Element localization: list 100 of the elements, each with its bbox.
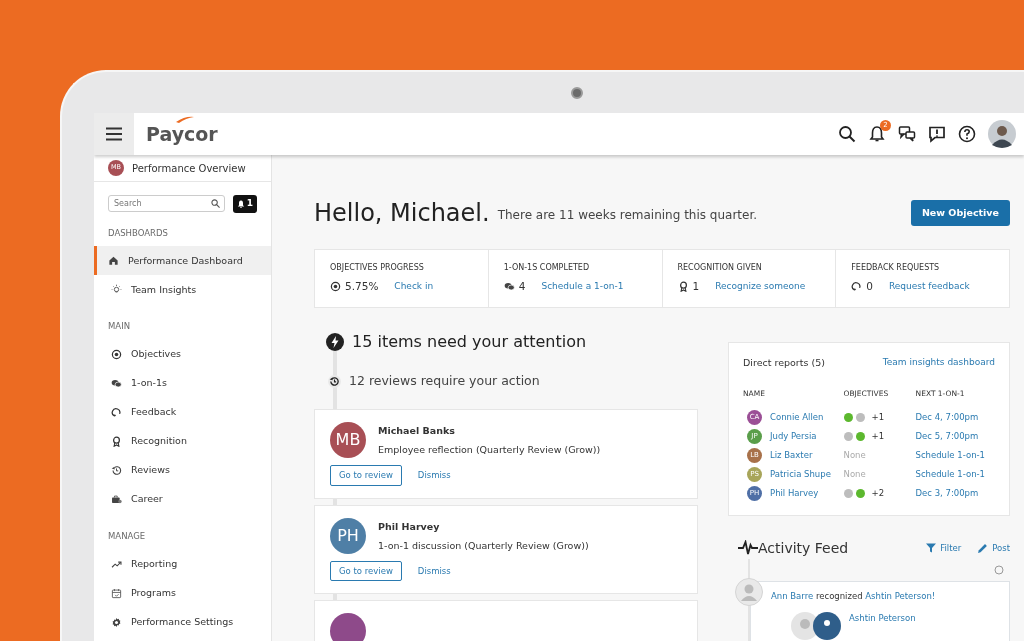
report-name-link[interactable]: Connie Allen: [770, 410, 824, 424]
filter-link[interactable]: Filter: [926, 541, 962, 555]
award-icon: [677, 281, 689, 293]
subtitle: There are 11 weeks remaining this quarter.: [497, 207, 758, 224]
profile-title: Performance Overview: [132, 161, 246, 176]
go-to-review-button[interactable]: Go to review: [330, 560, 402, 582]
help-icon: [958, 125, 976, 143]
search-icon: [210, 199, 220, 209]
bell-icon: [236, 199, 245, 208]
reviews-subtitle: 12 reviews require your action: [349, 372, 540, 390]
target-icon: [111, 349, 122, 360]
sidebar-item[interactable]: Team Insights: [94, 275, 271, 305]
next-1on1-link[interactable]: Dec 5, 7:00pm: [915, 430, 979, 441]
sidebar-item[interactable]: Objectives: [94, 340, 271, 369]
stat-value: 1: [692, 279, 700, 294]
dismiss-link[interactable]: Dismiss: [417, 468, 451, 482]
objectives-none: None: [843, 449, 866, 460]
card-title: Direct reports (5): [743, 356, 825, 370]
report-name-link[interactable]: Phil Harvey: [770, 486, 819, 500]
stat-label: RECOGNITION GIVEN: [677, 262, 763, 274]
feedback-icon: [928, 125, 946, 143]
next-1on1-link[interactable]: Dec 4, 7:00pm: [915, 411, 979, 422]
next-1on1-link[interactable]: Schedule 1-on-1: [915, 449, 985, 460]
pulse-icon: [738, 540, 758, 556]
settings-icon: [111, 616, 122, 628]
report-name-link[interactable]: Patricia Shupe: [770, 467, 831, 481]
stat-link[interactable]: Recognize someone: [715, 280, 806, 294]
sidebar-item[interactable]: Programs: [94, 578, 271, 608]
history-icon: [111, 465, 122, 476]
swoosh-icon: [176, 115, 194, 123]
section-heading: DASHBOARDS: [107, 226, 169, 240]
person-name: Phil Harvey: [378, 519, 441, 534]
menu-icon: [106, 127, 122, 141]
attention-title: 15 items need your attention: [352, 331, 587, 353]
house-icon: [108, 255, 119, 267]
stat-value: 4: [518, 279, 526, 294]
report-name-link[interactable]: Judy Persia: [770, 429, 817, 443]
menu-button[interactable]: [94, 113, 134, 155]
section-heading: MAIN: [107, 320, 131, 333]
lightbulb-icon: [111, 284, 122, 296]
post-link[interactable]: Post: [977, 541, 1010, 555]
pencil-icon: [977, 542, 989, 554]
report-name-link[interactable]: Liz Baxter: [770, 448, 813, 462]
stat-value: 5.75%: [345, 279, 379, 294]
search-field[interactable]: Search: [108, 195, 225, 213]
trend-icon: [111, 558, 122, 570]
stat-value: 0: [866, 279, 873, 294]
sidebar-item[interactable]: Career: [94, 485, 271, 514]
review-description: 1-on-1 discussion (Quarterly Review (Grow)): [378, 538, 589, 553]
sidebar-item[interactable]: Reviews: [94, 456, 271, 485]
objectives-none: None: [843, 468, 866, 479]
target-icon: [330, 281, 341, 293]
sidebar-item[interactable]: Performance Dashboard: [94, 246, 271, 276]
sidebar-item[interactable]: Reporting: [94, 549, 271, 579]
next-1on1-link[interactable]: Dec 3, 7:00pm: [915, 487, 979, 498]
avatar: MB: [330, 421, 366, 458]
avatar: PH: [330, 517, 366, 554]
stat-label: OBJECTIVES PROGRESS: [330, 262, 425, 274]
chat-bubbles-icon: [503, 281, 515, 293]
stat-link[interactable]: Request feedback: [888, 280, 970, 294]
recipient-link[interactable]: Ashtin Peterson!: [865, 590, 936, 601]
next-1on1-link[interactable]: Schedule 1-on-1: [915, 468, 985, 479]
search-button[interactable]: [838, 125, 856, 143]
stat-link[interactable]: Schedule a 1-on-1: [541, 280, 624, 294]
sidebar-item[interactable]: Recognition: [94, 427, 271, 456]
chat-icon: [898, 125, 916, 143]
sidebar-item[interactable]: 1-on-1s: [94, 369, 271, 398]
team-insights-link[interactable]: Team insights dashboard: [882, 356, 995, 371]
briefcase-icon: [111, 494, 122, 505]
help-button[interactable]: [958, 125, 976, 143]
activity-sentence: Ann Barre recognized Ashtin Peterson!: [771, 589, 937, 603]
calendar-icon: [111, 587, 122, 599]
go-to-review-button[interactable]: Go to review: [330, 464, 402, 486]
filter-icon: [926, 543, 937, 553]
stat-link[interactable]: Check in: [394, 280, 434, 294]
camera-icon: [571, 87, 583, 99]
extra-count: +1: [871, 429, 885, 443]
chat-button[interactable]: [898, 125, 916, 143]
dismiss-link[interactable]: Dismiss: [417, 564, 451, 578]
alert-badge[interactable]: 1: [232, 195, 257, 213]
user-avatar[interactable]: [988, 120, 1016, 148]
greeting: Hello, Michael.: [314, 198, 490, 229]
lightning-icon: [326, 333, 344, 351]
feedback-button[interactable]: [928, 125, 946, 143]
review-description: Employee reflection (Quarterly Review (Grow)): [378, 443, 601, 457]
search-icon: [838, 125, 856, 143]
actor-link[interactable]: Ann Barre: [771, 590, 814, 601]
new-objective-button[interactable]: New Objective: [910, 199, 1010, 227]
sidebar-item[interactable]: Feedback: [94, 398, 271, 427]
chat-bubbles-icon: [111, 378, 122, 389]
award-icon: [111, 436, 122, 447]
recipient-link[interactable]: Ashtin Peterson: [849, 612, 916, 625]
bell-icon: [868, 125, 886, 143]
sidebar-item[interactable]: Performance Settings: [94, 607, 271, 637]
logo: Paycor: [146, 119, 218, 149]
section-heading: MANAGE: [107, 530, 147, 543]
stat-label: 1-ON-1S COMPLETED: [503, 262, 591, 274]
extra-count: +2: [871, 486, 885, 500]
extra-count: +1: [871, 410, 885, 424]
stat-label: FEEDBACK REQUESTS: [851, 262, 941, 274]
